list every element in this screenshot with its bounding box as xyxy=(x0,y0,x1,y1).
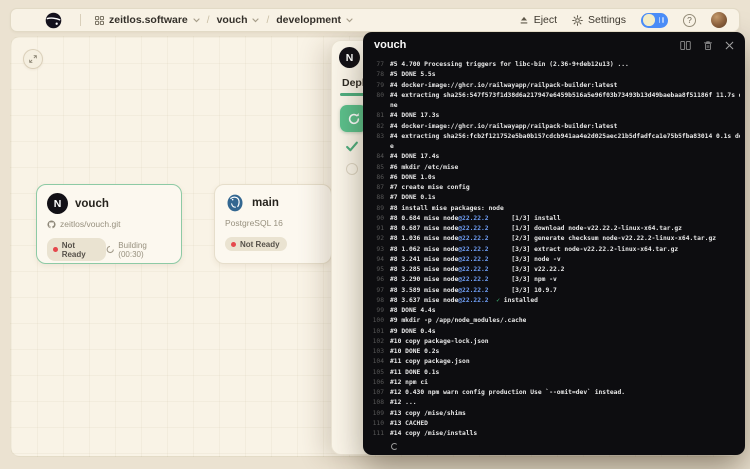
log-line: e xyxy=(390,143,394,150)
log-line: 94 #8 3.241 mise node@22.22.2 [3/3] node … xyxy=(376,255,561,263)
status-dot xyxy=(53,247,58,252)
status-dot xyxy=(231,241,236,247)
check-icon xyxy=(346,141,358,152)
log-line: 105 #11 DONE 0.1s xyxy=(372,368,440,376)
environment-name: development xyxy=(276,14,342,26)
settings-label: Settings xyxy=(588,14,626,26)
theme-toggle[interactable] xyxy=(641,12,668,28)
log-line: 108 #12 ... xyxy=(372,399,417,407)
pending-step-icon xyxy=(346,163,358,175)
split-view-button[interactable] xyxy=(680,40,691,51)
log-lines[interactable]: 77 #5 4.700 Processing triggers for libc-… xyxy=(370,60,740,451)
expand-icon xyxy=(29,55,37,63)
vouch-service-logo: N xyxy=(47,193,68,214)
log-line: 80 #4 extracting sha256:547f573f1d38d6a21… xyxy=(376,91,740,99)
chevron-down-icon xyxy=(193,17,200,22)
gear-icon xyxy=(572,14,583,26)
log-line: 89 #8 install mise packages: node xyxy=(376,204,504,212)
log-line: 77 #5 4.700 Processing triggers for libc-… xyxy=(376,61,629,68)
workspace-icon xyxy=(95,15,104,25)
railway-logo[interactable] xyxy=(45,12,62,29)
chevron-down-icon xyxy=(252,17,260,22)
log-line: 102 #10 copy package-lock.json xyxy=(372,337,489,345)
log-line: 87 #7 create mise config xyxy=(376,184,470,191)
log-line: 106 #12 npm ci xyxy=(372,378,428,386)
log-line: 111 #14 copy /mise/installs xyxy=(372,430,478,437)
avatar[interactable] xyxy=(711,12,727,28)
top-navbar: zeitlos.software / vouch / development E… xyxy=(10,8,740,32)
service-card-vouch[interactable]: N vouch zeitlos/vouch.git Not Ready Buil… xyxy=(36,184,182,264)
close-icon xyxy=(725,41,734,49)
log-line: 84 #4 DONE 17.4s xyxy=(376,153,440,161)
toggle-tick xyxy=(662,17,664,23)
log-line: 81 #4 DONE 17.3s xyxy=(376,112,440,120)
close-log-button[interactable] xyxy=(725,41,734,50)
navbar-divider xyxy=(80,14,81,26)
github-icon xyxy=(47,220,56,228)
building-spinner-icon xyxy=(106,245,114,254)
vouch-status-badge: Not Ready xyxy=(47,238,106,261)
log-line: 99 #8 DONE 4.4s xyxy=(376,307,436,314)
loading-spinner xyxy=(391,443,398,451)
eject-label: Eject xyxy=(533,14,558,26)
breadcrumb-workspace[interactable]: zeitlos.software xyxy=(95,14,200,26)
vouch-card-title: vouch xyxy=(75,197,109,210)
vouch-repo-label: zeitlos/vouch.git xyxy=(60,219,121,229)
log-line: 109 #13 copy /mise/shims xyxy=(372,409,466,417)
log-line: 104 #11 copy package.json xyxy=(372,358,470,366)
breadcrumb-separator: / xyxy=(206,14,210,26)
settings-button[interactable]: Settings xyxy=(572,14,626,26)
help-icon: ? xyxy=(687,15,692,25)
eject-button[interactable]: Eject xyxy=(519,14,557,26)
log-line: 110 #13 CACHED xyxy=(372,419,428,427)
postgresql-icon xyxy=(227,194,243,212)
log-line: 79 #4 docker-image://ghcr.io/railwayapp/r… xyxy=(376,81,618,89)
log-line: 103 #10 DONE 0.2s xyxy=(372,348,440,355)
main-subtitle: PostgreSQL 16 xyxy=(225,218,283,228)
breadcrumb-project[interactable]: vouch xyxy=(217,14,260,26)
log-line: 98 #8 3.637 mise node@22.22.2 ✓ installed xyxy=(376,296,538,304)
breadcrumb-environment[interactable]: development xyxy=(276,14,353,26)
log-line: 95 #8 3.285 mise node@22.22.2 [3/3] v22.2… xyxy=(376,266,565,273)
log-line: 100 #9 mkdir -p /app/node_modules/.cache xyxy=(372,317,527,325)
expand-canvas-button[interactable] xyxy=(23,49,43,69)
toggle-knob xyxy=(643,14,655,26)
toggle-tick xyxy=(658,17,660,23)
vouch-building-status: Building (00:30) xyxy=(106,241,171,259)
navbar-actions: Eject Settings ? xyxy=(519,12,739,28)
rotate-icon xyxy=(348,112,359,124)
chevron-down-icon xyxy=(346,17,353,22)
log-line: 91 #8 0.687 mise node@22.22.2 [1/3] downl… xyxy=(376,225,682,232)
drawer-service-logo: N xyxy=(339,47,360,68)
log-line: 86 #6 DONE 1.0s xyxy=(376,173,436,181)
log-line: 83 #4 extracting sha256:fcb2f121752e5ba0b… xyxy=(376,132,740,140)
log-line: 88 #7 DONE 0.1s xyxy=(376,194,436,202)
log-line: 96 #8 3.290 mise node@22.22.2 [3/3] npm -… xyxy=(376,276,557,284)
log-line: 101 #9 DONE 0.4s xyxy=(372,327,436,335)
log-line: 78 #5 DONE 5.5s xyxy=(376,71,436,79)
eject-icon xyxy=(520,16,528,24)
project-name: vouch xyxy=(216,14,248,26)
log-panel-header: vouch xyxy=(363,32,745,58)
log-panel-title: vouch xyxy=(374,39,407,51)
log-line: 97 #8 3.589 mise node@22.22.2 [3/3] 10.9.… xyxy=(376,286,557,294)
delete-log-button[interactable] xyxy=(703,40,713,51)
build-log-panel: vouch 77 #5 4.700 Processing triggers fo… xyxy=(363,32,745,455)
log-line: 90 #8 0.684 mise node@22.22.2 [1/3] insta… xyxy=(376,214,561,222)
trash-icon xyxy=(704,40,712,50)
service-card-main[interactable]: main PostgreSQL 16 Not Ready xyxy=(214,184,332,264)
main-status-badge: Not Ready xyxy=(225,237,287,251)
log-line: 93 #8 1.062 mise node@22.22.2 [3/3] extra… xyxy=(376,245,679,253)
log-line: 92 #8 1.036 mise node@22.22.2 [2/3] gener… xyxy=(376,235,717,243)
log-line: 85 #6 mkdir /etc/mise xyxy=(376,163,459,171)
main-card-title: main xyxy=(252,197,279,209)
workspace-name: zeitlos.software xyxy=(109,14,188,26)
breadcrumb-separator: / xyxy=(266,14,270,26)
log-line: 82 #4 docker-image://ghcr.io/railwayapp/r… xyxy=(376,122,618,130)
split-view-icon xyxy=(680,40,691,50)
help-button[interactable]: ? xyxy=(683,13,696,27)
log-line: 107 #12 0.430 npm warn config production … xyxy=(372,389,626,396)
log-line: ne xyxy=(390,102,398,109)
